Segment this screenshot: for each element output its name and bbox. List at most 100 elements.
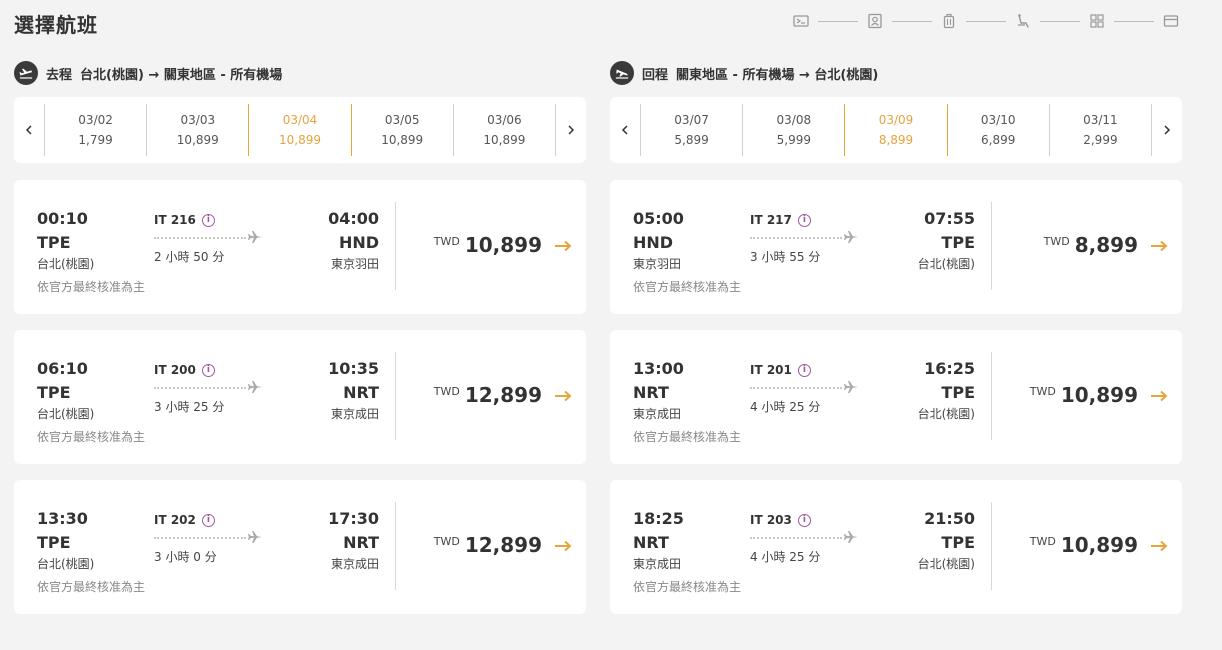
arrow-right-icon[interactable] <box>554 240 572 252</box>
date-label: 03/07 <box>674 113 709 127</box>
plane-icon <box>248 531 262 543</box>
date-price: 1,799 <box>78 133 113 147</box>
flight-duration: 4 小時 25 分 <box>750 400 821 414</box>
departure-time: 05:00 <box>633 209 684 228</box>
flight-card[interactable]: 05:00 HND 東京羽田 依官方最終核准為主 IT 217 i 3 小時 55… <box>610 180 1182 314</box>
date-label: 03/02 <box>78 113 113 127</box>
date-option[interactable]: 03/08 5,999 <box>742 104 844 156</box>
next-dates-button[interactable] <box>1152 97 1182 163</box>
outbound-column: 去程 台北(桃園) → 關東地區 - 所有機場 03/02 1,799 03/03… <box>14 60 586 614</box>
currency: TWD <box>1043 235 1070 248</box>
takeoff-icon <box>14 61 38 85</box>
chevron-right-icon <box>1164 125 1171 135</box>
departure-city: 東京成田 <box>633 557 682 571</box>
leg-label: 去程 <box>46 67 73 83</box>
info-icon[interactable]: i <box>201 213 215 227</box>
flight-card[interactable]: 06:10 TPE 台北(桃園) 依官方最終核准為主 IT 200 i 3 小時 … <box>14 330 586 464</box>
return-header: 回程 關東地區 - 所有機場 → 台北(桃園) <box>610 60 1182 86</box>
arrow-right-icon[interactable] <box>1150 390 1168 402</box>
date-label: 03/06 <box>487 113 522 127</box>
departure-city: 東京成田 <box>633 407 682 421</box>
disclaimer-note: 依官方最終核准為主 <box>633 280 742 294</box>
arrow-right-icon[interactable] <box>554 390 572 402</box>
arrival-code: HND <box>338 233 379 252</box>
info-icon[interactable]: i <box>797 513 811 527</box>
info-icon[interactable]: i <box>201 363 215 377</box>
date-price: 6,899 <box>981 133 1016 147</box>
date-option-selected[interactable]: 03/04 10,899 <box>248 104 352 156</box>
prev-dates-button[interactable] <box>14 97 44 163</box>
date-option-selected[interactable]: 03/09 8,899 <box>844 104 948 156</box>
fare-price: 12,899 <box>464 383 542 407</box>
arrival-city: 台北(桃園) <box>917 557 975 571</box>
arrow-right-icon[interactable] <box>1150 540 1168 552</box>
divider <box>991 502 992 590</box>
info-icon[interactable]: i <box>201 513 215 527</box>
date-option[interactable]: 03/07 5,899 <box>640 104 742 156</box>
seat-icon <box>1014 12 1032 30</box>
prev-dates-button[interactable] <box>610 97 640 163</box>
info-icon[interactable]: i <box>797 363 811 377</box>
flight-card[interactable]: 18:25 NRT 東京成田 依官方最終核准為主 IT 203 i 4 小時 25… <box>610 480 1182 614</box>
flight-duration: 2 小時 50 分 <box>154 250 225 264</box>
next-dates-button[interactable] <box>556 97 586 163</box>
payment-card-icon <box>1162 12 1180 30</box>
landing-icon <box>610 61 634 85</box>
route-line <box>154 387 246 389</box>
flight-number-group: IT 216 i <box>154 213 215 227</box>
arrival-time: 16:25 <box>924 359 975 378</box>
flight-card[interactable]: 13:30 TPE 台北(桃園) 依官方最終核准為主 IT 202 i 3 小時 … <box>14 480 586 614</box>
fare: TWD 10,899 <box>434 233 542 257</box>
fare: TWD 10,899 <box>1030 533 1138 557</box>
currency: TWD <box>1029 385 1056 398</box>
date-label: 03/08 <box>776 113 812 127</box>
divider <box>395 352 396 440</box>
date-option[interactable]: 03/05 10,899 <box>352 104 453 156</box>
arrival-code: TPE <box>941 233 975 252</box>
arrival-code: TPE <box>941 383 975 402</box>
flight-card[interactable]: 13:00 NRT 東京成田 依官方最終核准為主 IT 201 i 4 小時 25… <box>610 330 1182 464</box>
disclaimer-note: 依官方最終核准為主 <box>37 430 146 444</box>
chevron-left-icon <box>621 125 628 135</box>
flight-duration: 4 小時 25 分 <box>750 550 821 564</box>
date-option[interactable]: 03/02 1,799 <box>44 104 146 156</box>
arrow-right-icon[interactable] <box>554 540 572 552</box>
date-label: 03/04 <box>282 113 318 127</box>
currency: TWD <box>433 385 460 398</box>
date-selector: 03/07 5,899 03/08 5,999 03/09 8,899 03/10 6,… <box>610 97 1182 163</box>
arrival-time: 17:30 <box>328 509 379 528</box>
arrow-right-icon[interactable] <box>1150 240 1168 252</box>
disclaimer-note: 依官方最終核准為主 <box>37 280 146 294</box>
date-option[interactable]: 03/11 2,999 <box>1048 104 1153 156</box>
date-price: 10,899 <box>176 133 219 147</box>
departure-city: 台北(桃園) <box>37 407 95 421</box>
departure-code: TPE <box>37 233 71 252</box>
disclaimer-note: 依官方最終核准為主 <box>633 580 742 594</box>
outbound-header: 去程 台北(桃園) → 關東地區 - 所有機場 <box>14 60 586 86</box>
flight-number-group: IT 201 i <box>750 363 811 377</box>
fare-price: 10,899 <box>464 233 542 257</box>
departure-time: 13:30 <box>37 509 88 528</box>
flight-card[interactable]: 00:10 TPE 台北(桃園) 依官方最終核准為主 IT 216 i 2 小時 … <box>14 180 586 314</box>
date-option[interactable]: 03/10 6,899 <box>948 104 1049 156</box>
date-price: 5,999 <box>776 133 811 147</box>
page-title: 選擇航班 <box>14 13 98 37</box>
plane-icon <box>248 381 262 393</box>
fare: TWD 8,899 <box>1044 233 1138 257</box>
info-icon[interactable]: i <box>797 213 811 227</box>
date-option[interactable]: 03/03 10,899 <box>146 104 248 156</box>
date-label: 03/05 <box>384 113 420 127</box>
flight-number: IT 201 <box>750 363 792 377</box>
leg-route: 台北(桃園) → 關東地區 - 所有機場 <box>80 67 283 83</box>
date-selector: 03/02 1,799 03/03 10,899 03/04 10,899 03/05… <box>14 97 586 163</box>
date-option[interactable]: 03/06 10,899 <box>452 104 557 156</box>
route-line <box>750 237 842 239</box>
arrival-time: 10:35 <box>328 359 379 378</box>
flight-number: IT 217 <box>750 213 792 227</box>
fare: TWD 12,899 <box>434 383 542 407</box>
date-label: 03/03 <box>180 113 216 127</box>
departure-code: NRT <box>633 383 669 402</box>
date-price: 5,899 <box>674 133 709 147</box>
departure-code: HND <box>633 233 674 252</box>
route-line <box>154 237 246 239</box>
